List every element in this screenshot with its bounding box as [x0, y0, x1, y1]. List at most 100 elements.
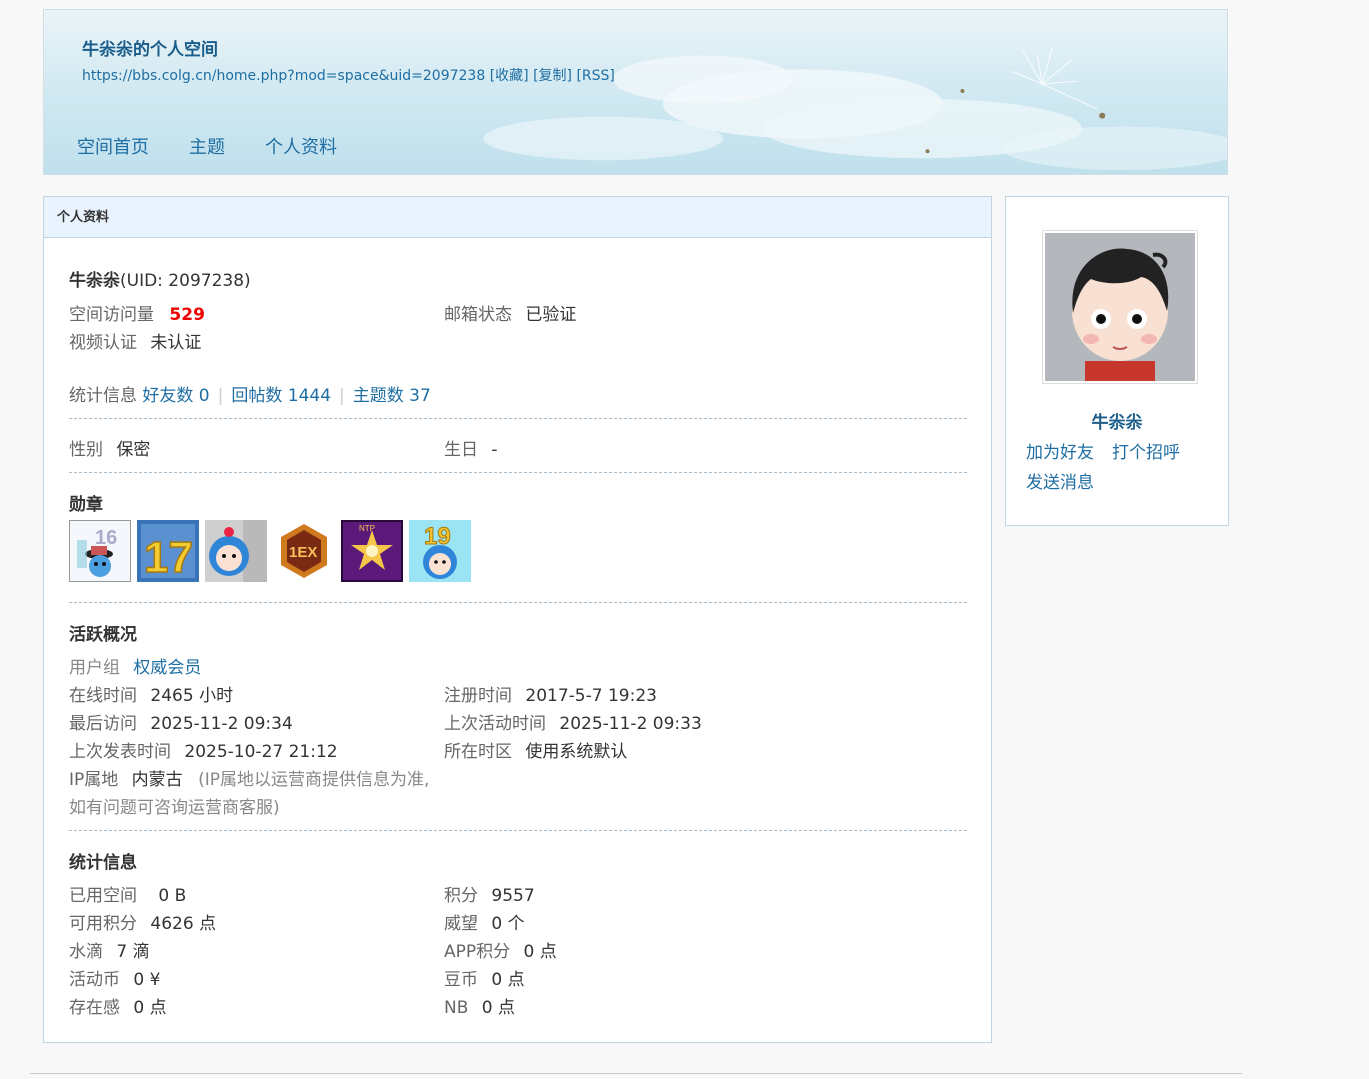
available-label: 可用积分 — [69, 914, 137, 934]
svg-text:16: 16 — [95, 527, 117, 549]
divider: | — [217, 386, 224, 406]
presence-label: 存在感 — [69, 998, 120, 1018]
medal-17-icon[interactable]: 17 — [137, 520, 199, 582]
register-row: 注册时间 2017-5-7 19:23 — [444, 681, 657, 706]
lastactive-row: 上次活动时间 2025-11-2 09:33 — [444, 709, 702, 734]
ip-note-2: 如有问题可咨询运营商客服) — [69, 798, 280, 818]
available-row: 可用积分 4626 点 — [69, 909, 216, 934]
ip-value: 内蒙古 — [131, 770, 183, 790]
app-points-row: APP积分 0 点 — [444, 937, 557, 962]
username: 牛尜尜 — [69, 271, 120, 291]
online-label: 在线时间 — [69, 686, 137, 706]
medal-16-icon[interactable]: 16 — [69, 520, 131, 582]
presence-value: 0 点 — [133, 998, 167, 1018]
stats-row: 统计信息 好友数 0 | 回帖数 1444 | 主题数 37 — [69, 381, 431, 406]
coin-row: 活动币 0 ¥ — [69, 965, 160, 990]
register-value: 2017-5-7 19:23 — [525, 686, 657, 706]
birthday-value: - — [491, 440, 498, 460]
ip-note-row: 如有问题可咨询运营商客服) — [69, 793, 280, 818]
medal-ex-icon[interactable]: 1EX — [273, 520, 335, 582]
video-label: 视频认证 — [69, 333, 137, 353]
add-friend-link[interactable]: 加为好友 — [1026, 443, 1094, 463]
user-actions: 加为好友 打个招呼 发送消息 — [1026, 438, 1198, 498]
svg-text:1EX: 1EX — [289, 544, 317, 561]
video-value: 未认证 — [150, 333, 202, 353]
online-row: 在线时间 2465 小时 — [69, 681, 233, 706]
divider — [69, 418, 967, 419]
bean-label: 豆币 — [444, 970, 478, 990]
username-line: 牛尜尜(UID: 2097238) — [69, 266, 251, 291]
avatar[interactable] — [1042, 230, 1198, 384]
sidebar-username[interactable]: 牛尜尜 — [1006, 408, 1228, 433]
bean-row: 豆币 0 点 — [444, 965, 525, 990]
points-row: 积分 9557 — [444, 881, 535, 906]
svg-text:NTP: NTP — [359, 524, 375, 533]
email-row: 邮箱状态 已验证 — [444, 300, 576, 325]
timezone-label: 所在时区 — [444, 742, 512, 762]
space-used-value: 0 B — [158, 886, 187, 906]
gender-label: 性别 — [69, 440, 103, 460]
rss-link[interactable]: [RSS] — [576, 68, 614, 84]
space-url-line: https://bbs.colg.cn/home.php?mod=space&u… — [82, 65, 615, 85]
space-used-label: 已用空间 — [69, 886, 137, 906]
birthday-row: 生日 - — [444, 435, 498, 460]
visits-value: 529 — [169, 305, 205, 325]
divider: | — [339, 386, 345, 406]
send-message-link[interactable]: 发送消息 — [1026, 473, 1094, 493]
divider — [69, 830, 967, 831]
timezone-value: 使用系统默认 — [525, 742, 628, 762]
usergroup-link[interactable]: 权威会员 — [133, 658, 201, 678]
gender-row: 性别 保密 — [69, 435, 150, 460]
replies-count-link[interactable]: 回帖数 1444 — [231, 386, 331, 406]
activity-title: 活跃概况 — [69, 625, 137, 645]
ip-label: IP属地 — [69, 770, 119, 790]
medal-mascot-icon[interactable] — [205, 520, 267, 582]
online-value: 2465 小时 — [150, 686, 234, 706]
nav-space-home[interactable]: 空间首页 — [77, 133, 149, 159]
favorite-link[interactable]: [收藏] — [490, 68, 529, 84]
footer-divider — [30, 1073, 1242, 1074]
points-label: 积分 — [444, 886, 478, 906]
lastpost-row: 上次发表时间 2025-10-27 21:12 — [69, 737, 338, 762]
presence-row: 存在感 0 点 — [69, 993, 167, 1018]
space-banner: 牛尜尜的个人空间 https://bbs.colg.cn/home.php?mo… — [43, 9, 1228, 175]
medals-title: 勋章 — [69, 495, 103, 515]
drops-row: 水滴 7 滴 — [69, 937, 150, 962]
space-nav: 空间首页 主题 个人资料 — [77, 133, 377, 159]
statistics-title: 统计信息 — [69, 853, 137, 873]
divider — [69, 602, 967, 603]
medal-19-icon[interactable]: 19 — [409, 520, 471, 582]
ip-note-1: (IP属地以运营商提供信息为准, — [198, 770, 430, 790]
birthday-label: 生日 — [444, 440, 478, 460]
nav-profile[interactable]: 个人资料 — [265, 133, 337, 159]
drops-value: 7 滴 — [116, 942, 150, 962]
user-card: 牛尜尜 加为好友 打个招呼 发送消息 — [1005, 196, 1229, 526]
profile-panel: 个人资料 牛尜尜(UID: 2097238) 空间访问量 529 邮箱状态 已验… — [43, 196, 992, 1043]
stats-label: 统计信息 — [69, 386, 137, 406]
app-points-value: 0 点 — [523, 942, 557, 962]
space-used-row: 已用空间 0 B — [69, 881, 186, 906]
available-value: 4626 点 — [150, 914, 217, 934]
bean-value: 0 点 — [491, 970, 525, 990]
lastpost-label: 上次发表时间 — [69, 742, 171, 762]
timezone-row: 所在时区 使用系统默认 — [444, 737, 627, 762]
space-url[interactable]: https://bbs.colg.cn/home.php?mod=space&u… — [82, 68, 485, 84]
threads-count-link[interactable]: 主题数 37 — [353, 386, 431, 406]
email-label: 邮箱状态 — [444, 305, 512, 325]
email-value: 已验证 — [525, 305, 577, 325]
coin-label: 活动币 — [69, 970, 120, 990]
friends-count-link[interactable]: 好友数 0 — [142, 386, 209, 406]
divider — [69, 472, 967, 473]
avatar-image — [1045, 233, 1195, 381]
nav-threads[interactable]: 主题 — [189, 133, 225, 159]
lastvisit-label: 最后访问 — [69, 714, 137, 734]
prestige-label: 威望 — [444, 914, 478, 934]
copy-link[interactable]: [复制] — [533, 68, 572, 84]
greet-link[interactable]: 打个招呼 — [1112, 443, 1180, 463]
space-title[interactable]: 牛尜尜的个人空间 — [82, 35, 218, 60]
usergroup-label: 用户组 — [69, 658, 120, 678]
medal-list: 16 17 1EX NTP 19 — [69, 520, 471, 582]
drops-label: 水滴 — [69, 942, 103, 962]
svg-text:19: 19 — [424, 523, 451, 550]
medal-star-icon[interactable]: NTP — [341, 520, 403, 582]
